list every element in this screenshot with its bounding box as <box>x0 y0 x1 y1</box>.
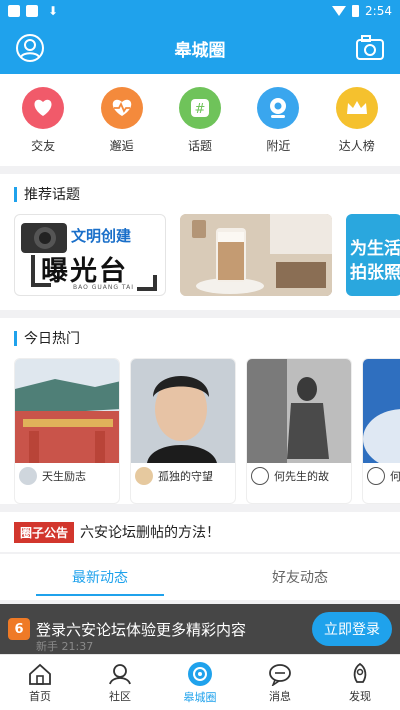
status-time: 2:54 <box>365 4 392 18</box>
quick-action-label: 邂逅 <box>109 138 134 153</box>
topic-card-line3: BAO GUANG TAI <box>73 284 135 291</box>
nav-messages[interactable]: 消息 <box>240 655 320 710</box>
quick-actions: 交友 邂逅 # 话题 附近 达人榜 <box>0 74 400 166</box>
section-accent <box>14 330 17 346</box>
hashtag-icon: # <box>178 86 221 129</box>
section-header: 今日热门 <box>0 318 400 358</box>
recommended-topics: 推荐话题 文明创建 曝光台 BAO GUANG TAI 为生活 拍张照 <box>0 174 400 310</box>
hot-card-footer: 天生励志 <box>15 463 119 489</box>
bottom-nav: 首页 社区 皋城圈 消息 发现 <box>0 654 400 710</box>
avatar <box>135 467 153 485</box>
avatar <box>367 467 385 485</box>
hot-card[interactable]: 天生励志 <box>14 358 120 504</box>
topic-card-line2: 曝光台 <box>41 256 128 287</box>
notice-text: 六安论坛删帖的方法！ <box>80 525 221 541</box>
location-icon <box>257 86 300 129</box>
hot-card-name: 何先生的故 <box>274 470 329 483</box>
discover-icon <box>353 662 367 683</box>
quick-action-nearby[interactable]: 附近 <box>243 86 313 154</box>
avatar <box>19 467 37 485</box>
nav-community[interactable]: 社区 <box>80 655 160 710</box>
login-message: 登录六安论坛体验更多精彩内容 <box>36 620 247 639</box>
hot-carousel[interactable]: 天生励志 孤独的守望 何先生的故 何 <box>0 358 400 504</box>
home-icon <box>29 663 51 685</box>
hot-card-name: 天生励志 <box>42 470 86 483</box>
temple-photo <box>15 359 119 463</box>
section-accent <box>14 186 17 202</box>
heartbeat-icon <box>100 86 143 129</box>
hot-card[interactable]: 何 <box>362 358 400 504</box>
app-logo-icon: 6 <box>8 618 30 640</box>
login-button[interactable]: 立即登录 <box>312 612 392 646</box>
page-title: 皋城圈 <box>174 40 226 61</box>
message-icon <box>269 663 291 686</box>
download-icon: ⬇ <box>48 4 59 18</box>
topic-card-line2: 拍张照 <box>350 263 400 283</box>
circle-icon <box>188 661 212 686</box>
nav-label: 消息 <box>269 689 291 703</box>
nav-label: 皋城圈 <box>183 690 217 704</box>
topic-card[interactable]: 为生活 拍张照 <box>346 214 400 296</box>
app-screen: ⬇ 2:54 皋城圈 交友 邂逅 # 话题 附近 达人榜 推荐话题 文明创建 曝… <box>0 0 400 710</box>
battery-icon <box>352 5 360 17</box>
quick-action-rankings[interactable]: 达人榜 <box>322 86 392 154</box>
hot-card-footer: 何 <box>363 463 400 489</box>
section-header: 推荐话题 <box>0 174 400 214</box>
topic-card-line1: 文明创建 <box>71 227 132 245</box>
hot-card[interactable]: 孤独的守望 <box>130 358 236 504</box>
hot-card-footer: 何先生的故 <box>247 463 351 489</box>
quick-action-topics[interactable]: # 话题 <box>165 86 235 154</box>
nav-label: 发现 <box>349 689 371 703</box>
quick-action-label: 附近 <box>266 138 291 153</box>
quick-action-friends[interactable]: 交友 <box>8 86 78 154</box>
notice-row[interactable]: 圈子公告 六安论坛删帖的方法！ <box>0 512 400 552</box>
quick-action-encounter[interactable]: 邂逅 <box>87 86 157 154</box>
camera-icon[interactable] <box>354 32 386 64</box>
nav-label: 首页 <box>29 689 51 703</box>
crown-icon <box>335 86 378 129</box>
nav-label: 社区 <box>109 689 131 703</box>
hot-card-name: 孤独的守望 <box>158 470 213 483</box>
section-title: 推荐话题 <box>24 187 80 203</box>
hot-card-name: 何 <box>390 470 400 483</box>
topic-card[interactable] <box>180 214 332 296</box>
quick-action-label: 话题 <box>187 138 212 153</box>
tab-latest[interactable]: 最新动态 <box>0 554 200 600</box>
quick-action-label: 交友 <box>31 138 56 153</box>
hot-card[interactable]: 何先生的故 <box>246 358 352 504</box>
hot-card-footer: 孤独的守望 <box>131 463 235 489</box>
sky-photo <box>363 359 400 469</box>
portrait-photo <box>131 359 235 463</box>
background-post-text: 新手 21:37 <box>36 640 94 653</box>
nav-home[interactable]: 首页 <box>0 655 80 710</box>
topic-carousel[interactable]: 文明创建 曝光台 BAO GUANG TAI 为生活 拍张照 <box>0 214 400 310</box>
notification-icon <box>26 5 38 17</box>
svg-text:#: # <box>195 102 206 117</box>
heart-icon <box>22 86 65 129</box>
app-bar: 皋城圈 <box>0 22 400 74</box>
coffee-photo <box>180 214 332 296</box>
quick-action-label: 达人榜 <box>338 138 375 153</box>
bw-photo <box>247 359 351 463</box>
community-icon <box>109 663 131 684</box>
topic-card[interactable]: 文明创建 曝光台 BAO GUANG TAI <box>14 214 166 296</box>
status-bar: ⬇ 2:54 <box>0 0 400 22</box>
notification-icon <box>8 5 20 17</box>
feed-tabs: 最新动态 好友动态 <box>0 554 400 600</box>
section-title: 今日热门 <box>24 331 80 347</box>
notice-tag: 圈子公告 <box>14 521 75 543</box>
nav-discover[interactable]: 发现 <box>320 655 400 710</box>
avatar <box>251 467 269 485</box>
nav-circle[interactable]: 皋城圈 <box>160 655 240 710</box>
today-hot: 今日热门 天生励志 孤独的守望 何先生的故 何 <box>0 318 400 504</box>
login-banner: 新手 21:37 6 登录六安论坛体验更多精彩内容 立即登录 <box>0 604 400 654</box>
wifi-icon <box>332 6 347 16</box>
tab-friends[interactable]: 好友动态 <box>200 554 400 600</box>
profile-icon[interactable] <box>14 32 46 64</box>
topic-card-line1: 为生活 <box>350 239 400 259</box>
